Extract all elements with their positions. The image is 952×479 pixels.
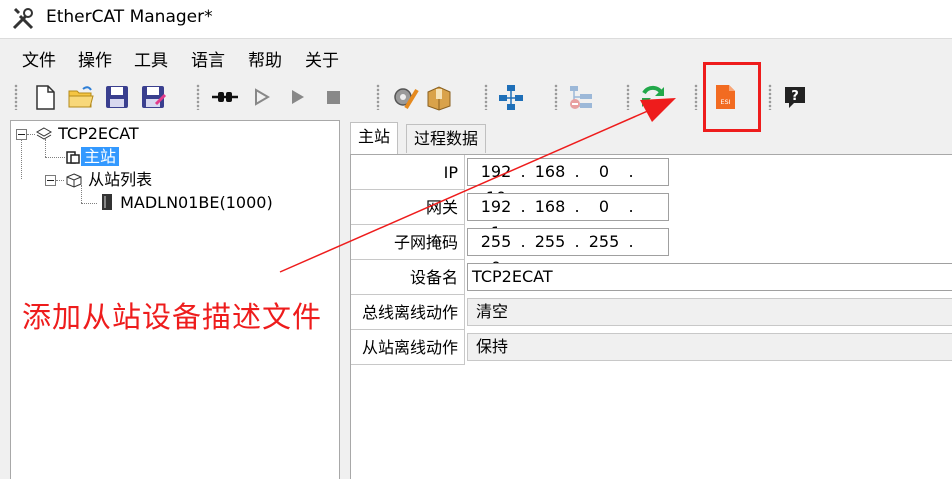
property-grid: IP 192.168.0.10 网关 192.168.0.1 子网掩码 255.… <box>350 154 952 479</box>
new-file-icon <box>36 85 55 110</box>
settings-button[interactable] <box>390 82 420 112</box>
gateway-input[interactable]: 192.168.0.1 <box>467 193 669 242</box>
toolbar: ESI ? <box>0 76 952 118</box>
play-outline-icon <box>255 88 270 106</box>
tree-master-label: 主站 <box>81 147 120 166</box>
save-icon <box>106 86 128 108</box>
toolbar-grip[interactable] <box>14 84 18 110</box>
network-topology-icon <box>499 85 523 110</box>
connect-button[interactable] <box>210 82 240 112</box>
play-icon <box>292 90 304 104</box>
tree-master-node[interactable]: 主站 <box>65 146 120 168</box>
gateway-label: 网关 <box>351 190 465 225</box>
ip-address-input[interactable]: 192.168.0.10 <box>467 158 669 207</box>
subnet-label: 子网掩码 <box>351 225 465 260</box>
save-button[interactable] <box>102 82 132 112</box>
toolbar-grip[interactable] <box>484 84 488 110</box>
menu-language[interactable]: 语言 <box>191 46 225 71</box>
remove-slave-button[interactable] <box>566 82 596 112</box>
slave-offline-label: 从站离线动作 <box>351 330 465 365</box>
slave-module-icon <box>102 194 112 210</box>
save-as-button[interactable] <box>138 82 168 112</box>
open-button[interactable] <box>66 82 96 112</box>
topology-button[interactable] <box>496 82 526 112</box>
tab-master[interactable]: 主站 <box>350 122 399 154</box>
tree-slave-list-label: 从站列表 <box>88 170 153 189</box>
property-row-device-name: 设备名 TCP2ECAT <box>351 260 952 295</box>
property-row-subnet: 子网掩码 255.255.255.0 <box>351 225 952 277</box>
window-title: EtherCAT Manager* <box>46 7 213 27</box>
device-name-input[interactable]: TCP2ECAT <box>467 263 952 291</box>
tree-root-node[interactable]: TCP2ECAT <box>35 123 139 145</box>
menu-bar: 文件 操作 工具 语言 帮助 关于 <box>0 40 952 74</box>
run-outline-button[interactable] <box>246 82 276 112</box>
connect-icon <box>212 92 238 102</box>
ip-label: IP <box>351 155 465 190</box>
menu-help[interactable]: 帮助 <box>248 46 282 71</box>
property-row-gateway: 网关 192.168.0.1 <box>351 190 952 242</box>
panel-splitter[interactable] <box>340 120 344 478</box>
save-as-icon <box>142 86 167 108</box>
tree-collapse-toggle[interactable] <box>45 175 56 186</box>
new-file-button[interactable] <box>30 82 60 112</box>
help-button[interactable]: ? <box>780 82 810 112</box>
tree-slave-node[interactable]: MADLN01BE(1000) <box>99 192 273 214</box>
subnet-mask-input[interactable]: 255.255.255.0 <box>467 228 669 277</box>
property-row-slave-offline: 从站离线动作 保持 <box>351 330 952 365</box>
run-button[interactable] <box>282 82 312 112</box>
menu-about[interactable]: 关于 <box>305 46 339 71</box>
tools-icon <box>12 7 34 30</box>
svg-text:?: ? <box>791 89 799 104</box>
stop-button[interactable] <box>318 82 348 112</box>
stop-icon <box>327 91 340 104</box>
toolbar-grip[interactable] <box>196 84 200 110</box>
properties-panel: 主站 过程数据 IP 192.168.0.10 网关 192.168.0.1 子… <box>346 120 952 479</box>
tree-slave-list-node[interactable]: 从站列表 <box>65 169 152 191</box>
menu-tools[interactable]: 工具 <box>134 46 168 71</box>
remove-slave-icon <box>570 86 592 109</box>
layers-icon <box>35 127 53 140</box>
tree-root-label: TCP2ECAT <box>58 124 139 143</box>
refresh-icon <box>642 85 664 109</box>
tree-slave-label: MADLN01BE(1000) <box>120 193 273 212</box>
refresh-button[interactable] <box>638 82 668 112</box>
toolbar-grip[interactable] <box>554 84 558 110</box>
slave-offline-action-select[interactable]: 保持 <box>467 333 952 361</box>
device-name-label: 设备名 <box>351 260 465 295</box>
toolbar-grip[interactable] <box>626 84 630 110</box>
title-bar: EtherCAT Manager* <box>0 0 952 39</box>
menu-operation[interactable]: 操作 <box>78 46 112 71</box>
toolbar-grip[interactable] <box>694 84 698 110</box>
tab-process-data[interactable]: 过程数据 <box>406 124 487 153</box>
property-row-bus-offline: 总线离线动作 清空 <box>351 295 952 330</box>
package-icon <box>427 86 451 111</box>
esi-highlight-box <box>703 62 761 132</box>
property-row-ip: IP 192.168.0.10 <box>351 155 952 207</box>
toolbar-grip[interactable] <box>768 84 772 110</box>
settings-pencil-icon <box>394 88 419 110</box>
menu-file[interactable]: 文件 <box>22 46 56 71</box>
master-device-icon <box>66 151 80 164</box>
package-button[interactable] <box>424 82 454 112</box>
open-folder-icon <box>68 86 94 108</box>
bus-offline-action-select[interactable]: 清空 <box>467 298 952 326</box>
help-icon: ? <box>785 87 805 108</box>
annotation-text: 添加从站设备描述文件 <box>22 300 323 334</box>
bus-offline-label: 总线离线动作 <box>351 295 465 330</box>
toolbar-grip[interactable] <box>376 84 380 110</box>
